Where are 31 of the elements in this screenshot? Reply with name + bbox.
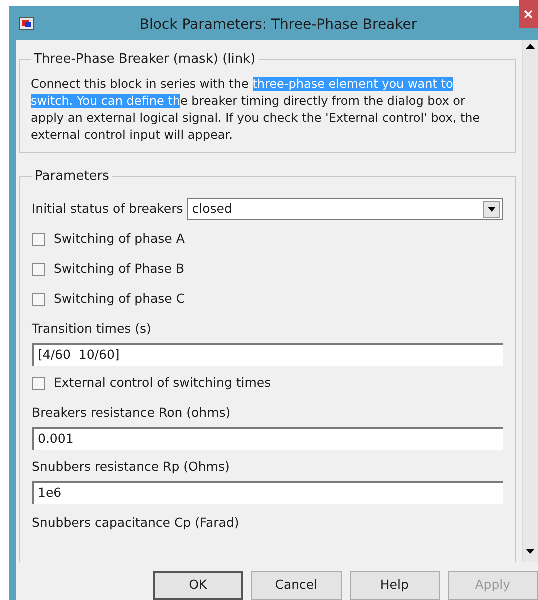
field-label: Snubbers resistance Rp (Ohms) [32, 458, 231, 476]
checkbox[interactable] [32, 262, 45, 276]
app-icon [19, 17, 34, 30]
scroll-down-icon [526, 549, 535, 554]
dropdown[interactable]: closed [187, 198, 503, 220]
input-field[interactable]: 1e6 [32, 481, 503, 504]
close-button[interactable] [519, 0, 538, 28]
dialog-button[interactable]: Cancel [251, 571, 342, 600]
caret-icon [483, 200, 500, 218]
input-field[interactable]: 0.001 [32, 427, 503, 450]
checkbox-label: Switching of Phase B [54, 260, 185, 278]
dialog-button[interactable]: Help [350, 571, 440, 600]
scroll-up-icon [526, 44, 535, 49]
scrollbar[interactable] [522, 40, 538, 562]
checkbox-label: External control of switching times [54, 374, 272, 392]
field-label: Snubbers capacitance Cp (Farad) [32, 514, 240, 532]
checkbox[interactable] [32, 232, 45, 246]
panel-title: Three-Phase Breaker (mask) (link) [33, 51, 257, 69]
checkbox-label: Switching of phase C [54, 290, 186, 308]
field-label: Initial status of breakers [32, 200, 184, 218]
checkbox-label: Switching of phase A [54, 230, 185, 248]
checkbox[interactable] [32, 376, 45, 390]
input-field[interactable]: [4/60 10/60] [32, 343, 503, 366]
field-label: Breakers resistance Ron (ohms) [32, 404, 232, 422]
close-icon [524, 10, 533, 18]
panel-title: Parameters [34, 168, 110, 186]
dialog-button[interactable]: OK [153, 571, 244, 600]
description-text: Connect this block in series with the three-phase element you want to switch. You can define the breaker timing directly from the dialog box or apply an external logical signal. If you check the 'External control' box, the external control input will appear. [31, 76, 482, 144]
field-label: Transition times (s) [32, 320, 152, 338]
window-title: Block Parameters: Three-Phase Breaker [138, 16, 418, 35]
checkbox[interactable] [32, 292, 45, 306]
